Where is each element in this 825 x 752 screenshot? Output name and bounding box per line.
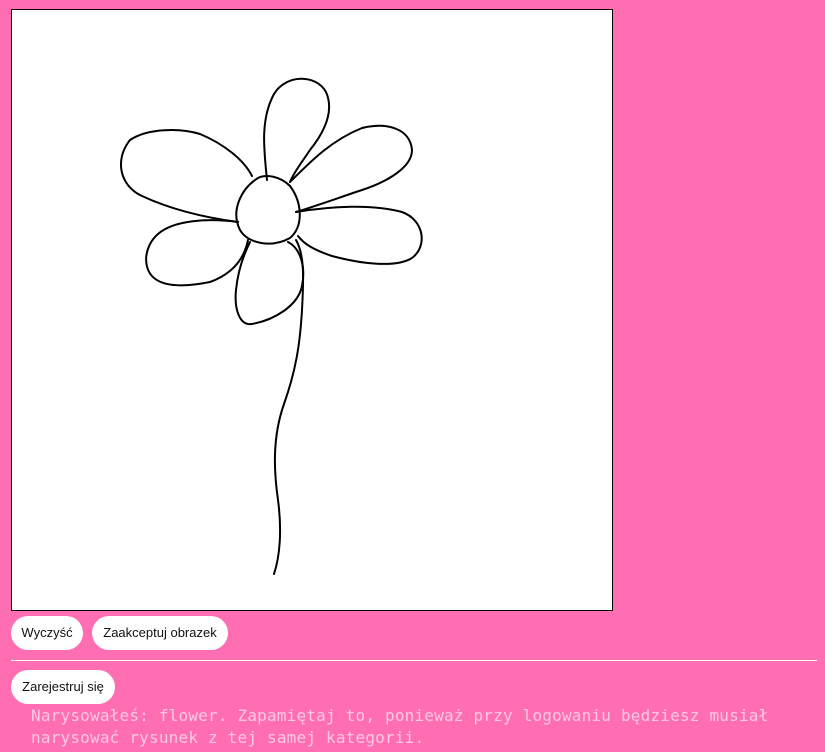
accept-drawing-button[interactable]: Zaakceptuj obrazek bbox=[92, 616, 228, 650]
petal-top-left-stroke bbox=[120, 129, 253, 223]
stem-stroke bbox=[273, 239, 305, 575]
petal-bottom-stroke bbox=[234, 241, 305, 326]
clear-button[interactable]: Wyczyść bbox=[11, 616, 83, 650]
drawing-confirmation-message: Narysowałeś: flower. Zapamiętaj to, poni… bbox=[31, 706, 769, 747]
petal-top-right-stroke bbox=[289, 124, 413, 213]
drawing-canvas[interactable] bbox=[11, 9, 613, 611]
flower-drawing bbox=[120, 77, 423, 575]
flower-center-stroke bbox=[235, 175, 301, 245]
petal-top-stroke bbox=[263, 77, 331, 183]
register-button[interactable]: Zarejestruj się bbox=[11, 670, 115, 704]
petal-right-stroke bbox=[295, 205, 423, 265]
petal-bottom-left-stroke bbox=[145, 219, 249, 287]
divider bbox=[11, 660, 817, 661]
